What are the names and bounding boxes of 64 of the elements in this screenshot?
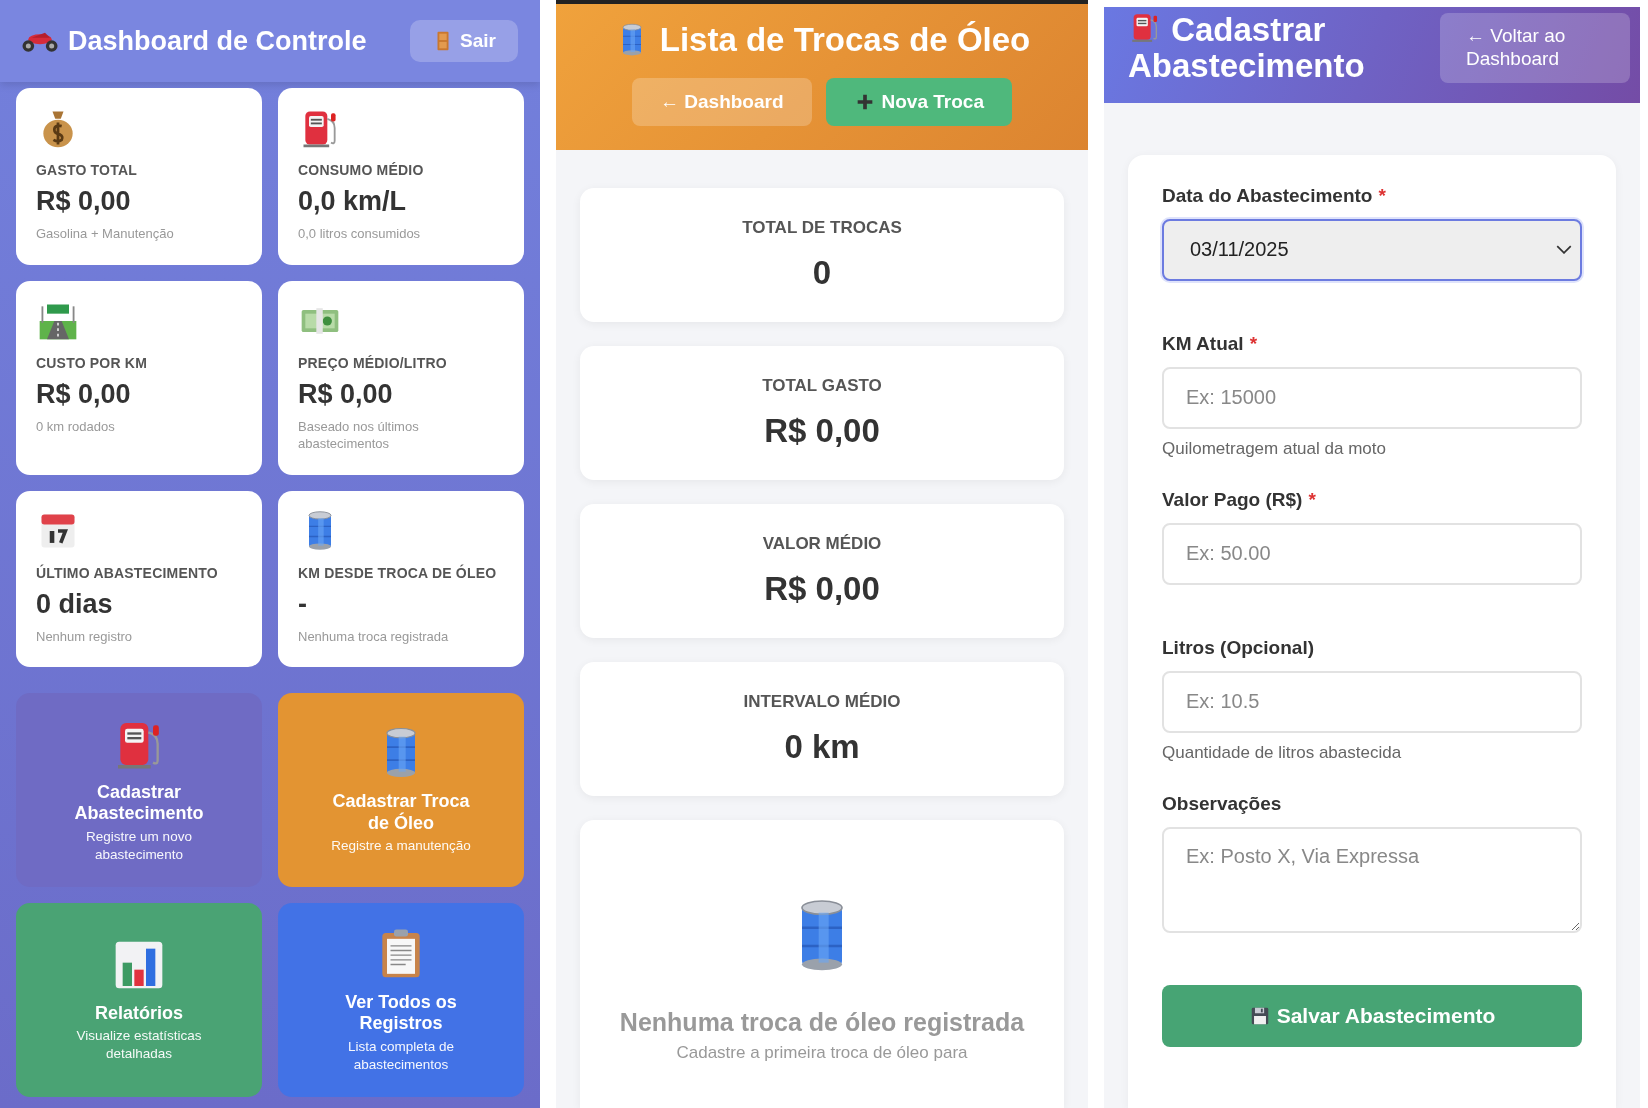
stat-note: Nenhum registro (36, 627, 134, 646)
action-card[interactable]: Cadastrar Abastecimento Registre um novo abastecimento (16, 693, 262, 888)
required-mark: * (1249, 332, 1258, 355)
action-title: Relatórios (95, 1002, 183, 1025)
stat-value: 0 dias (36, 588, 114, 620)
field-hint: Quilometragem atual da moto (1162, 438, 1387, 459)
action-subtitle: Registre um novo abastecimento (85, 828, 193, 865)
action-title: Cadastrar Abastecimento (73, 781, 205, 826)
required-mark: * (1378, 184, 1386, 207)
action-card[interactable]: Cadastrar Troca de Óleo Registre a manutenção (278, 693, 524, 888)
summary-value: 0 km (783, 728, 861, 766)
stat-label: CUSTO POR KM (36, 354, 149, 371)
stat-label: CONSUMO MÉDIO (298, 162, 425, 178)
stat-label: PREÇO MÉDIO/LITRO (298, 354, 448, 371)
page-title: Dashboard de Controle (68, 25, 367, 57)
empty-state-text: Cadastre a primeira troca de óleo para (676, 1043, 968, 1063)
action-title: Cadastrar Troca de Óleo (331, 791, 471, 835)
stat-note: 0 km rodados (36, 417, 116, 436)
field-label: KM Atual (1162, 332, 1244, 355)
stat-note: Gasolina + Manutenção (36, 225, 175, 243)
stat-label: ÚLTIMO ABASTECIMENTO (36, 564, 219, 581)
input-field[interactable]: Ex: 15000 (1162, 366, 1582, 429)
back-button[interactable]: ← Voltar ao Dashboard (1440, 13, 1630, 83)
page-title: Lista de Trocas de Óleo (659, 21, 1031, 59)
field-label: Litros (Opcional) (1162, 636, 1314, 659)
summary-value: R$ 0,00 (763, 570, 881, 608)
page-title: Cadastrar Abastecimento (1128, 9, 1366, 85)
summary-label: TOTAL DE TROCAS (741, 218, 903, 238)
summary-value: R$ 0,00 (763, 412, 881, 450)
action-title: Ver Todos os Registros (344, 991, 458, 1036)
field-label: Valor Pago (R$) (1162, 488, 1303, 511)
save-button[interactable]: Salvar Abastecimento (1162, 984, 1582, 1047)
date-select[interactable]: 03/11/2025 (1162, 218, 1582, 281)
action-subtitle: Lista completa de abastecimentos (347, 1038, 455, 1075)
action-subtitle: Registre a manutenção (331, 837, 471, 856)
field-hint: Quantidade de litros abastecida (1162, 742, 1403, 763)
required-mark: * (1308, 488, 1316, 511)
stat-label: GASTO TOTAL (36, 162, 138, 178)
action-subtitle: Visualize estatísticas detalhadas (75, 1027, 203, 1064)
stat-note: Baseado nos últimos abastecimentos (298, 417, 420, 453)
chevron-icon (1556, 245, 1572, 255)
stat-value: R$ 0,00 (36, 378, 132, 410)
stat-value: - (298, 588, 308, 620)
action-card[interactable]: Relatórios Visualize estatísticas detalhadas (16, 903, 262, 1098)
summary-label: INTERVALO MÉDIO (742, 692, 902, 712)
stat-value: R$ 0,00 (36, 186, 132, 217)
stat-label: KM DESDE TROCA DE ÓLEO (298, 564, 498, 581)
summary-label: TOTAL GASTO (761, 376, 883, 396)
stat-note: 0,0 litros consumidos (298, 225, 422, 243)
summary-value: 0 (811, 254, 833, 292)
back-button[interactable]: ← Dashboard (632, 78, 812, 126)
field-label: Data do Abastecimento (1162, 184, 1373, 207)
logout-button[interactable]: Sair (410, 20, 518, 62)
input-field[interactable]: Ex: 50.00 (1162, 522, 1582, 585)
action-card[interactable]: Ver Todos os Registros Lista completa de abastecimentos (278, 903, 524, 1098)
stat-value: 0,0 km/L (298, 186, 408, 217)
stat-value: R$ 0,00 (298, 378, 394, 410)
empty-state-title: Nenhuma troca de óleo registrada (619, 1008, 1025, 1037)
new-change-button[interactable]: Nova Troca (825, 78, 1012, 126)
input-field[interactable]: Ex: 10.5 (1162, 670, 1582, 733)
stat-note: Nenhuma troca registrada (298, 627, 450, 646)
field-label: Observações (1162, 792, 1282, 815)
summary-label: VALOR MÉDIO (761, 534, 883, 554)
text-area[interactable]: Ex: Posto X, Via Expressa (1162, 826, 1582, 933)
